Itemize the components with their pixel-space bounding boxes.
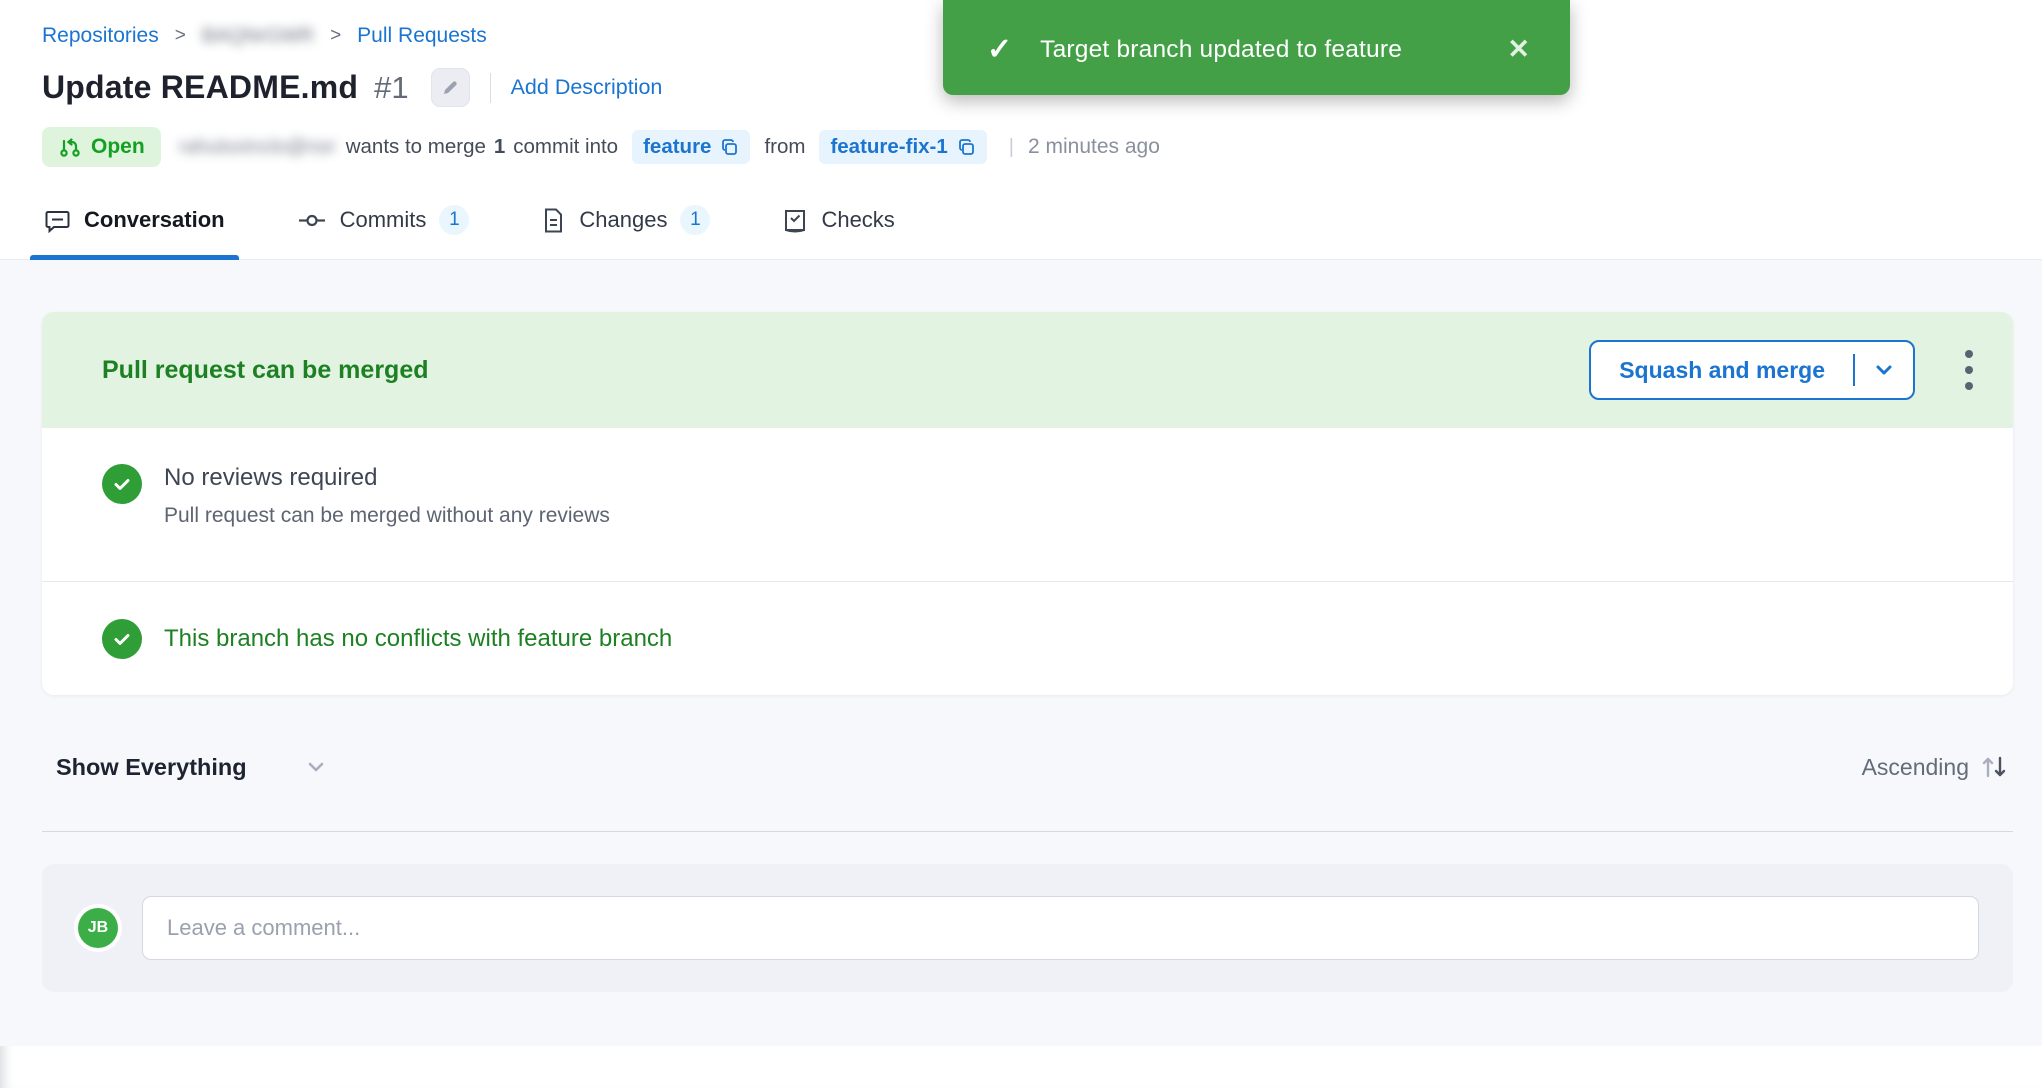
success-check-icon — [102, 619, 142, 659]
speech-bubble-icon — [44, 207, 71, 234]
merge-actions: Squash and merge — [1589, 340, 1979, 400]
check-icon: ✓ — [987, 32, 1012, 67]
merge-banner: Pull request can be merged Squash and me… — [42, 312, 2013, 428]
main-content: Pull request can be merged Squash and me… — [0, 260, 2042, 1046]
base-branch-name: feature — [643, 135, 711, 159]
add-description-link[interactable]: Add Description — [511, 75, 663, 100]
tab-label: Commits — [340, 207, 427, 233]
edit-title-button[interactable] — [431, 68, 470, 107]
chevron-down-icon — [305, 756, 327, 778]
author-username-redacted[interactable]: rahutsxtnclo@nor — [179, 136, 336, 159]
conflict-check-title: This branch has no conflicts with featur… — [164, 625, 672, 653]
head-branch-chip[interactable]: feature-fix-1 — [819, 130, 986, 164]
status-badge: Open — [42, 127, 161, 167]
chevron-down-icon — [1872, 358, 1896, 382]
sort-label: Ascending — [1862, 754, 1969, 781]
conflict-check-row: This branch has no conflicts with featur… — [42, 582, 2013, 695]
toast-notification: ✓ Target branch updated to feature ✕ — [943, 0, 1570, 95]
pr-meta-row: Open rahutsxtnclo@nor wants to merge 1 c… — [42, 127, 2002, 167]
squash-and-merge-button[interactable]: Squash and merge — [1589, 340, 1915, 400]
meta-text: commit into — [513, 135, 618, 159]
breadcrumb-repo-name-redacted[interactable]: BAQNrGWR — [202, 25, 314, 48]
divider: | — [1009, 136, 1014, 159]
sort-arrows-icon — [1979, 753, 2009, 781]
copy-icon[interactable] — [957, 138, 976, 157]
copy-icon[interactable] — [720, 138, 739, 157]
file-diff-icon — [541, 207, 566, 234]
sort-order-toggle[interactable]: Ascending — [1862, 753, 2009, 781]
base-branch-chip[interactable]: feature — [632, 130, 750, 164]
divider — [490, 73, 491, 103]
commit-icon — [297, 207, 327, 234]
merge-button-label: Squash and merge — [1591, 342, 1853, 398]
head-branch-name: feature-fix-1 — [830, 135, 947, 159]
comment-input[interactable] — [142, 896, 1979, 960]
timeline-filter-bar: Show Everything Ascending — [42, 753, 2013, 781]
checklist-icon — [782, 207, 808, 234]
kebab-dot — [1965, 350, 1973, 358]
review-check-row: No reviews required Pull request can be … — [42, 428, 2013, 582]
show-everything-dropdown[interactable]: Show Everything — [56, 754, 327, 781]
merge-status-card: Pull request can be merged Squash and me… — [42, 312, 2013, 695]
changes-count-badge: 1 — [680, 205, 710, 235]
tab-label: Checks — [821, 207, 894, 233]
commits-count-badge: 1 — [439, 205, 469, 235]
comment-composer: JB — [42, 864, 2013, 992]
tab-commits[interactable]: Commits 1 — [297, 205, 470, 259]
tab-bar: Conversation Commits 1 Changes 1 Ch — [42, 205, 2002, 259]
breadcrumb-separator: > — [330, 25, 341, 47]
breadcrumb-pull-requests[interactable]: Pull Requests — [357, 24, 487, 48]
review-check-subtitle: Pull request can be merged without any r… — [164, 504, 610, 528]
page-title: Update README.md — [42, 69, 358, 106]
toast-message: Target branch updated to feature — [1040, 36, 1402, 64]
avatar: JB — [78, 908, 118, 948]
tab-label: Conversation — [84, 207, 225, 233]
tab-label: Changes — [579, 207, 667, 233]
merge-heading: Pull request can be merged — [102, 356, 429, 385]
breadcrumb-repositories[interactable]: Repositories — [42, 24, 159, 48]
meta-text: from — [764, 135, 805, 159]
status-label: Open — [91, 135, 145, 159]
close-icon[interactable]: ✕ — [1507, 34, 1530, 65]
commit-count: 1 — [494, 135, 505, 159]
tab-changes[interactable]: Changes 1 — [541, 205, 710, 259]
breadcrumb-separator: > — [175, 25, 186, 47]
merge-options-dropdown[interactable] — [1855, 342, 1913, 398]
more-options-button[interactable] — [1959, 344, 1979, 396]
divider — [42, 831, 2013, 832]
pr-number: #1 — [374, 70, 408, 106]
kebab-dot — [1965, 382, 1973, 390]
tab-conversation[interactable]: Conversation — [44, 205, 225, 259]
pencil-icon — [440, 78, 460, 98]
success-check-icon — [102, 464, 142, 504]
timestamp: 2 minutes ago — [1028, 135, 1160, 159]
review-check-title: No reviews required — [164, 464, 610, 492]
review-check-texts: No reviews required Pull request can be … — [164, 464, 610, 528]
pull-request-icon — [58, 135, 82, 159]
kebab-dot — [1965, 366, 1973, 374]
meta-text: wants to merge — [346, 135, 486, 159]
tab-checks[interactable]: Checks — [782, 205, 894, 259]
filter-label: Show Everything — [56, 754, 247, 781]
